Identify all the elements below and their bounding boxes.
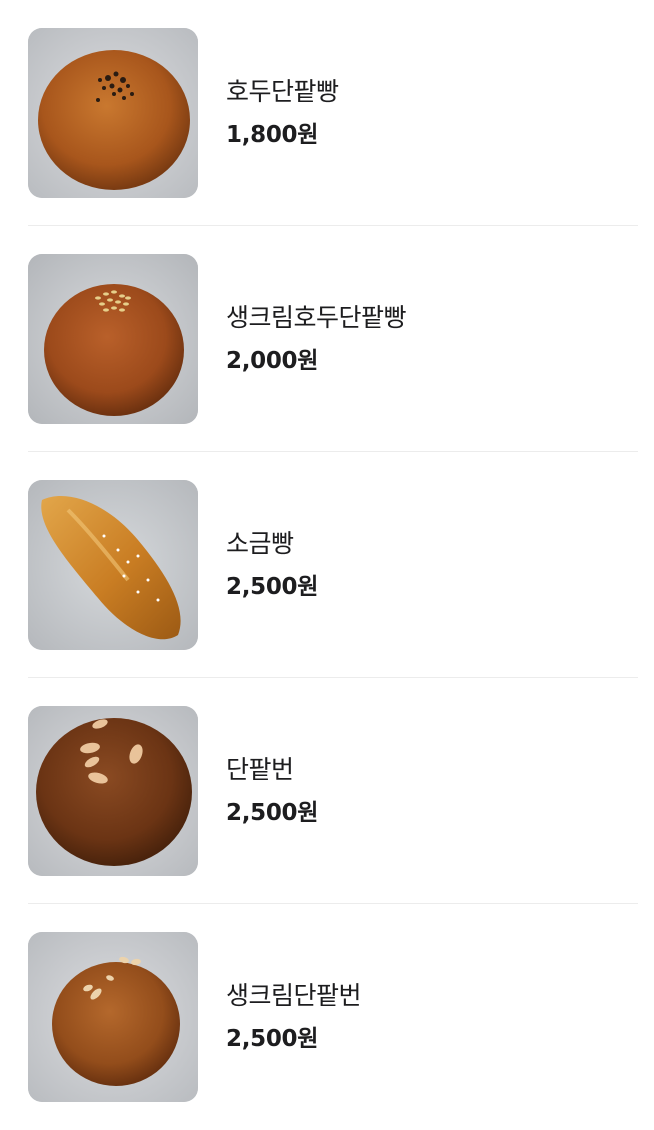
bun-photo-icon xyxy=(28,27,198,198)
item-info: 호두단팥빵 1,800원 xyxy=(226,75,339,151)
item-price: 2,000원 xyxy=(226,347,319,374)
red-bean-bun-image[interactable] xyxy=(28,705,198,876)
menu-item[interactable]: 소금빵 2,500원 xyxy=(28,452,638,678)
item-name: 소금빵 xyxy=(226,528,294,558)
menu-item[interactable]: 호두단팥빵 1,800원 xyxy=(28,0,638,226)
item-info: 단팥번 2,500원 xyxy=(226,753,318,829)
item-price: 2,500원 xyxy=(226,799,319,826)
red-bean-walnut-bun-image[interactable] xyxy=(28,27,198,198)
bun-photo-icon xyxy=(28,705,198,876)
item-info: 생크림호두단팥빵 2,000원 xyxy=(226,301,407,377)
menu-item[interactable]: 생크림호두단팥빵 2,000원 xyxy=(28,226,638,452)
item-info: 생크림단팥번 2,500원 xyxy=(226,979,362,1055)
item-info: 소금빵 2,500원 xyxy=(226,527,318,603)
cream-red-bean-bun-image[interactable] xyxy=(28,932,198,1102)
item-price: 1,800원 xyxy=(226,121,319,148)
bun-photo-icon xyxy=(28,932,198,1102)
bun-photo-icon xyxy=(28,253,198,424)
item-price: 2,500원 xyxy=(226,1026,319,1052)
item-name: 호두단팥빵 xyxy=(226,76,339,106)
menu-list: 호두단팥빵 1,800원 생크림호두단팥빵 2,000원 소금빵 2,500원 … xyxy=(0,0,654,1130)
menu-item[interactable]: 단팥번 2,500원 xyxy=(28,678,638,904)
cream-red-bean-walnut-bun-image[interactable] xyxy=(28,253,198,424)
item-name: 생크림단팥번 xyxy=(226,981,362,1010)
item-price: 2,500원 xyxy=(226,573,319,600)
salt-bread-image[interactable] xyxy=(28,479,198,650)
item-name: 생크림호두단팥빵 xyxy=(226,302,407,332)
menu-item[interactable]: 생크림단팥번 2,500원 xyxy=(28,904,638,1130)
bread-photo-icon xyxy=(28,479,198,650)
item-name: 단팥번 xyxy=(226,754,294,784)
